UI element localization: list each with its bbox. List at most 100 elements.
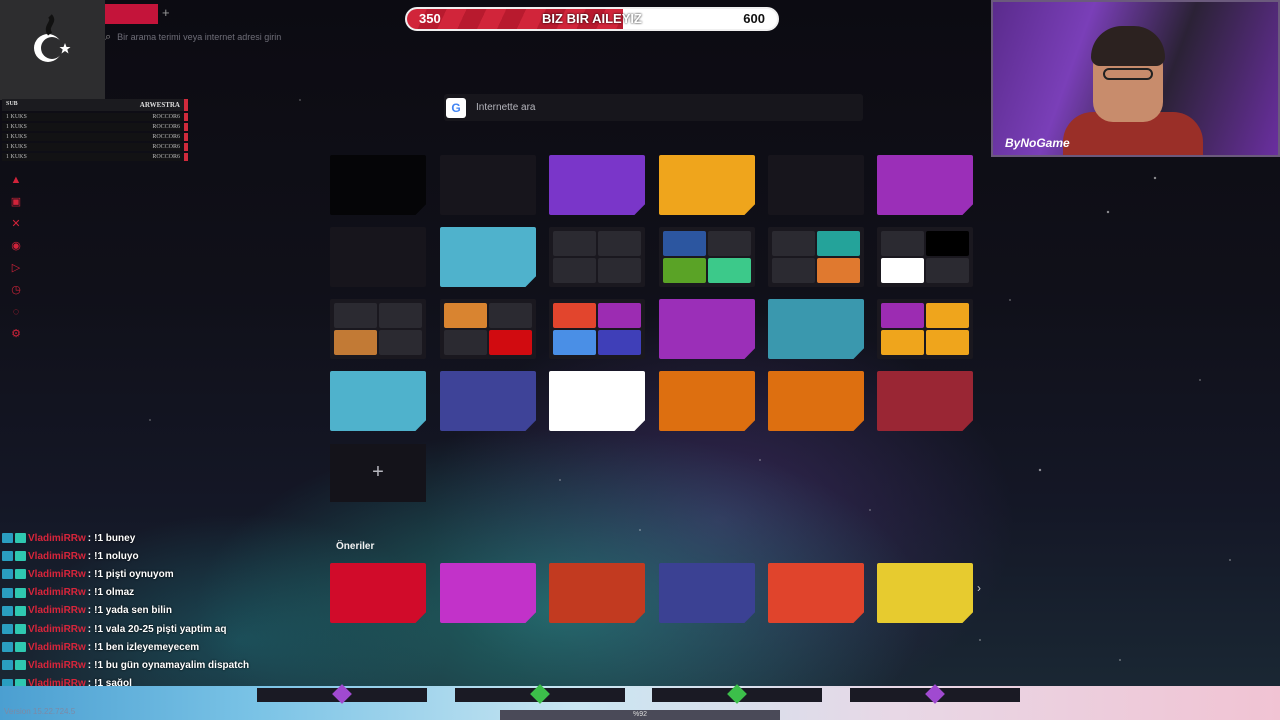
chat-username: VladimiRRw — [28, 641, 86, 653]
goal-progress-bar: 350 BIZ BIR AILEYIZ 600 — [405, 7, 779, 31]
speed-dial-folder[interactable] — [659, 227, 755, 287]
game-client-bottom-bar: Version 15.22.724.5 %92 — [0, 684, 1280, 720]
goal-title: BIZ BIR AILEYIZ — [542, 11, 642, 26]
suggestions-title: Öneriler — [336, 541, 375, 552]
google-icon: G — [446, 97, 466, 118]
speed-dial-tile[interactable] — [768, 299, 864, 359]
suggestion-tile[interactable] — [330, 563, 426, 623]
chat-separator: : — [87, 605, 92, 617]
leaderboard-user: ROCCOR6 — [152, 134, 180, 140]
streamer-hair — [1091, 26, 1165, 66]
speed-dial-folder[interactable] — [877, 227, 973, 287]
chat-message: VladimiRRw: !1 bu gün oynamayalim dispatc… — [2, 656, 302, 674]
suggestion-tile[interactable] — [877, 563, 973, 623]
play-circle-icon[interactable]: ◉ — [9, 238, 23, 255]
chat-icon[interactable]: ◌ — [9, 304, 23, 321]
chat-text: !1 olmaz — [94, 587, 135, 599]
speed-dial-folder[interactable] — [330, 299, 426, 359]
leaderboard-header: SUB ARWESTRA — [2, 99, 188, 111]
arc-icon[interactable]: ▲ — [9, 172, 23, 189]
speed-dial-tile[interactable] — [330, 227, 426, 287]
chat-text: !1 vala 20-25 pişti yaptim aq — [94, 623, 227, 635]
speed-dial-tile[interactable] — [877, 371, 973, 431]
leaderboard-row: 1 KUKS ROCCOR6 — [2, 153, 188, 161]
speed-dial-tile[interactable] — [768, 371, 864, 431]
speed-dial-tile[interactable] — [768, 155, 864, 215]
gift-badge-icon — [15, 660, 26, 671]
speed-dial-tile[interactable] — [440, 227, 536, 287]
chat-username: VladimiRRw — [28, 587, 86, 599]
rank-gem-icon — [925, 684, 945, 704]
webcam-overlay: ByNoGame — [991, 0, 1280, 157]
chat-text: !1 yada sen bilin — [94, 605, 172, 617]
speed-dial-folder[interactable] — [877, 299, 973, 359]
sub-badge-icon — [2, 605, 13, 616]
speed-dial-tile[interactable] — [659, 299, 755, 359]
search-input[interactable] — [476, 102, 836, 113]
leaderboard-rank: 1 KUKS — [6, 114, 27, 120]
speed-dial-tile[interactable] — [440, 371, 536, 431]
chat-separator: : — [87, 623, 92, 635]
speed-dial-folder[interactable] — [440, 299, 536, 359]
streamer-glasses — [1103, 68, 1153, 80]
chat-message: VladimiRRw: !1 vala 20-25 pişti yaptim aq — [2, 620, 302, 638]
speed-dial-folder[interactable] — [549, 299, 645, 359]
history-icon[interactable]: ◷ — [9, 282, 23, 299]
chat-username: VladimiRRw — [28, 568, 86, 580]
speed-dial-tile[interactable] — [330, 371, 426, 431]
sub-badge-icon — [2, 660, 13, 671]
suggestion-tile[interactable] — [549, 563, 645, 623]
chat-username: VladimiRRw — [28, 659, 86, 671]
leaderboard-user: ROCCOR6 — [152, 124, 180, 130]
chat-text: !1 buney — [94, 532, 136, 544]
gift-badge-icon — [15, 642, 26, 653]
leaderboard-header-right: ARWESTRA — [139, 101, 180, 109]
player-slot — [652, 684, 822, 704]
speed-dial-tile[interactable] — [549, 155, 645, 215]
speed-dial-tile[interactable] — [330, 155, 426, 215]
sub-badge-icon — [2, 624, 13, 635]
suggestion-tile[interactable] — [659, 563, 755, 623]
suggestion-tile[interactable] — [768, 563, 864, 623]
chat-username: VladimiRRw — [28, 532, 86, 544]
gift-badge-icon — [15, 587, 26, 598]
rank-gem-icon — [530, 684, 550, 704]
speed-dial-folder[interactable] — [768, 227, 864, 287]
chat-username: VladimiRRw — [28, 550, 86, 562]
send-icon[interactable]: ▷ — [9, 260, 23, 277]
chat-overlay: VladimiRRw: !1 buney VladimiRRw: !1 noluyo… — [2, 529, 302, 693]
sub-badge-icon — [2, 569, 13, 580]
suggestion-tile[interactable] — [440, 563, 536, 623]
speed-dial-tile[interactable] — [659, 371, 755, 431]
leaderboard-user: ROCCOR6 — [152, 114, 180, 120]
browser-tab[interactable] — [105, 4, 158, 24]
player-slot — [850, 684, 1020, 704]
speed-dial-tile[interactable] — [549, 371, 645, 431]
settings-icon[interactable]: ⚙ — [9, 326, 23, 343]
speed-dial-tile[interactable] — [659, 155, 755, 215]
suggestions-next-arrow[interactable]: › — [977, 581, 981, 595]
leaderboard-row: 1 KUKS ROCCOR6 — [2, 143, 188, 151]
webcam-brand-label: ByNoGame — [1005, 136, 1070, 150]
chat-separator: : — [87, 532, 92, 544]
x-icon[interactable]: ✕ — [9, 216, 23, 233]
goal-target: 600 — [743, 11, 765, 26]
twitch-icon[interactable]: ▣ — [9, 194, 23, 211]
leaderboard-user: ROCCOR6 — [152, 144, 180, 150]
chat-text: !1 ben izleyemeyecem — [94, 641, 200, 653]
client-version: Version 15.22.724.5 — [4, 707, 76, 716]
new-tab-button[interactable]: + — [162, 5, 170, 20]
speed-dial-folder[interactable] — [549, 227, 645, 287]
speed-dial-tile[interactable] — [877, 155, 973, 215]
chat-username: VladimiRRw — [28, 605, 86, 617]
add-speed-dial-button[interactable]: + — [330, 444, 426, 502]
search-icon: ⌕ — [105, 30, 112, 43]
leaderboard-user: ROCCOR6 — [152, 154, 180, 160]
chat-separator: : — [87, 587, 92, 599]
sub-badge-icon — [2, 587, 13, 598]
speed-dial-tile[interactable] — [440, 155, 536, 215]
web-search-box[interactable]: G — [444, 94, 863, 121]
sub-badge-icon — [2, 551, 13, 562]
gift-badge-icon — [15, 533, 26, 544]
sub-badge-icon — [2, 533, 13, 544]
